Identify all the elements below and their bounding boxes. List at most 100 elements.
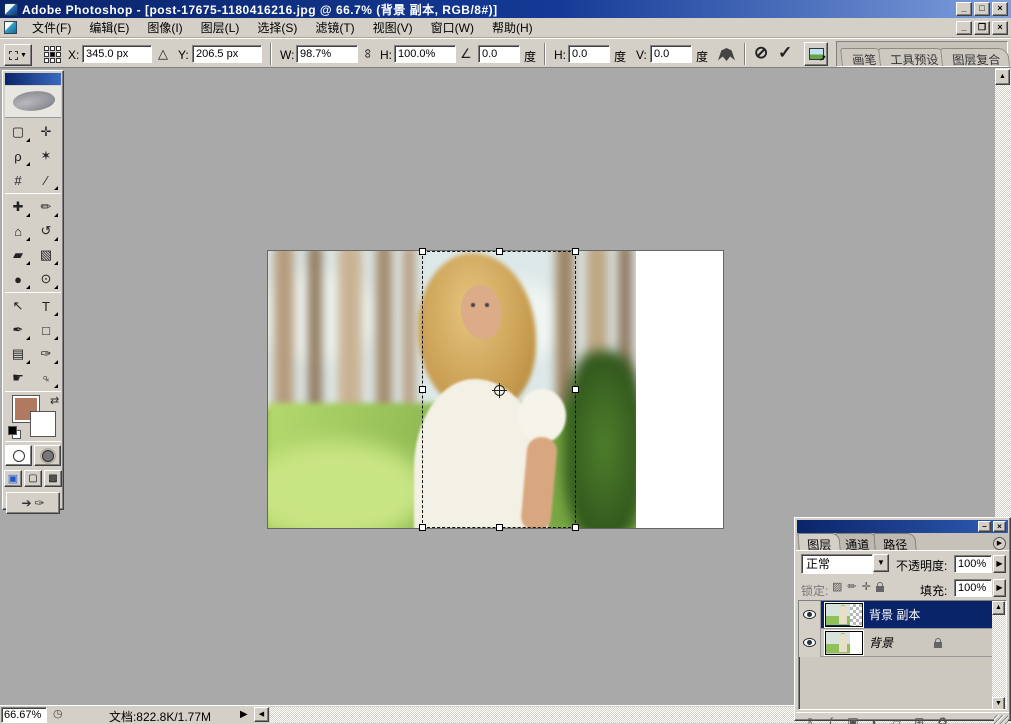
- tool-crop[interactable]: #: [4, 168, 32, 192]
- vskew-input[interactable]: 0.0: [650, 45, 692, 63]
- transform-handle-mid-left[interactable]: [419, 386, 426, 393]
- layer-thumbnail[interactable]: [825, 631, 863, 655]
- layer-group-icon[interactable]: ▱: [892, 715, 901, 724]
- blend-mode-value[interactable]: 正常: [801, 554, 873, 574]
- menu-help[interactable]: 帮助(H): [483, 17, 542, 38]
- fill-spinner-icon[interactable]: ▶: [993, 579, 1006, 597]
- scroll-down-icon[interactable]: ▼: [992, 697, 1005, 710]
- menu-layer[interactable]: 图层(L): [192, 17, 249, 38]
- lock-all-icon[interactable]: [876, 586, 884, 592]
- menu-window[interactable]: 窗口(W): [422, 17, 483, 38]
- height-input[interactable]: 100.0%: [394, 45, 456, 63]
- tool-brush[interactable]: ✏: [32, 195, 60, 219]
- menu-view[interactable]: 视图(V): [364, 17, 422, 38]
- x-input[interactable]: 345.0 px: [82, 45, 152, 63]
- opacity-field[interactable]: 100%: [954, 555, 992, 573]
- standard-mode-button[interactable]: [5, 445, 32, 466]
- tab-paths[interactable]: 路径: [873, 533, 917, 550]
- link-layers-icon[interactable]: ∞: [803, 717, 817, 724]
- transform-handle-top-right[interactable]: [572, 248, 579, 255]
- menu-edit[interactable]: 编辑(E): [80, 17, 138, 38]
- transform-handle-bottom-left[interactable]: [419, 524, 426, 531]
- zoom-level-field[interactable]: 66.67%: [1, 707, 47, 723]
- tool-zoom[interactable]: ♀: [32, 366, 60, 390]
- tool-slice[interactable]: ∕: [32, 168, 60, 192]
- delete-layer-icon[interactable]: ♻: [937, 715, 948, 724]
- status-menu-arrow-icon[interactable]: ▶: [240, 709, 248, 720]
- tool-healing-brush[interactable]: ✚: [4, 195, 32, 219]
- tool-type[interactable]: T: [32, 294, 60, 318]
- panel-menu-icon[interactable]: ▶: [993, 537, 1006, 550]
- panel-resize-grip[interactable]: [994, 715, 1008, 724]
- tool-magic-wand[interactable]: ✶: [32, 144, 60, 168]
- tool-preset-picker[interactable]: ▼: [4, 44, 32, 66]
- panel-close-button[interactable]: ×: [993, 521, 1006, 532]
- tool-shape[interactable]: □: [32, 318, 60, 342]
- hskew-input[interactable]: 0.0: [568, 45, 610, 63]
- transform-reference-point[interactable]: [494, 385, 505, 396]
- tool-pen[interactable]: ✒: [4, 318, 32, 342]
- window-minimize-button[interactable]: _: [956, 2, 972, 16]
- standard-screen-button[interactable]: ▣: [4, 470, 22, 487]
- layer-list-scrollbar[interactable]: ▲ ▼: [992, 601, 1006, 710]
- photoshop-logo[interactable]: [5, 86, 61, 118]
- transform-handle-bottom-center[interactable]: [496, 524, 503, 531]
- fullscreen-menubar-button[interactable]: ▢: [24, 470, 42, 487]
- y-input[interactable]: 206.5 px: [192, 45, 262, 63]
- tool-notes[interactable]: ▤: [4, 342, 32, 366]
- fullscreen-button[interactable]: ▩: [44, 470, 62, 487]
- tool-blur[interactable]: ●: [4, 267, 32, 291]
- layer-name[interactable]: 背景 副本: [869, 606, 920, 623]
- scroll-up-icon[interactable]: ▲: [992, 601, 1005, 615]
- new-layer-icon[interactable]: ⊞: [914, 715, 924, 724]
- opacity-spinner-icon[interactable]: ▶: [993, 555, 1006, 573]
- transform-handle-mid-right[interactable]: [572, 386, 579, 393]
- transform-handle-top-center[interactable]: [496, 248, 503, 255]
- tool-gradient[interactable]: ▧: [32, 243, 60, 267]
- warp-mode-icon[interactable]: [718, 48, 735, 61]
- layer-style-icon[interactable]: ƒ: [828, 715, 835, 724]
- tool-clone-stamp[interactable]: ⌂: [4, 219, 32, 243]
- link-icon[interactable]: ∞: [361, 49, 376, 58]
- layer-row-background[interactable]: 背景: [799, 629, 1006, 657]
- menu-select[interactable]: 选择(S): [248, 17, 306, 38]
- layer-thumbnail[interactable]: [825, 603, 863, 627]
- window-close-button[interactable]: ×: [992, 2, 1008, 16]
- transform-handle-bottom-right[interactable]: [572, 524, 579, 531]
- tool-move[interactable]: ✛: [32, 120, 60, 144]
- tool-hand[interactable]: ☛: [4, 366, 32, 390]
- relative-position-icon[interactable]: △: [158, 46, 168, 62]
- doc-restore-button[interactable]: ❐: [974, 21, 990, 35]
- file-browser-button[interactable]: [804, 42, 828, 66]
- layer-name[interactable]: 背景: [869, 634, 893, 651]
- visibility-cell[interactable]: [799, 601, 821, 629]
- layer-row-background-copy[interactable]: 背景 副本: [799, 601, 1006, 629]
- transform-handle-top-left[interactable]: [419, 248, 426, 255]
- tool-rect-marquee[interactable]: ▢: [4, 120, 32, 144]
- fill-field[interactable]: 100%: [954, 579, 992, 597]
- jump-to-imageready-button[interactable]: ➔✑: [6, 492, 60, 514]
- transform-bounding-box[interactable]: [422, 251, 576, 528]
- reference-point-locator[interactable]: [44, 46, 61, 63]
- quick-mask-mode-button[interactable]: [34, 445, 61, 466]
- canvas[interactable]: [268, 251, 723, 528]
- width-input[interactable]: 98.7%: [296, 45, 358, 63]
- background-color-swatch[interactable]: [31, 412, 55, 436]
- lock-paint-icon[interactable]: ✏: [847, 580, 856, 593]
- rotate-input[interactable]: 0.0: [478, 45, 520, 63]
- blend-dropdown-icon[interactable]: ▼: [873, 554, 889, 572]
- menu-image[interactable]: 图像(I): [138, 17, 191, 38]
- tool-lasso[interactable]: ρ: [4, 144, 32, 168]
- toolbox-titlebar[interactable]: [5, 73, 61, 85]
- swap-colors-icon[interactable]: ⇄: [50, 394, 59, 407]
- doc-minimize-button[interactable]: _: [956, 21, 972, 35]
- tool-dodge[interactable]: ⊙: [32, 267, 60, 291]
- tool-eyedropper[interactable]: ✑: [32, 342, 60, 366]
- lock-transparency-icon[interactable]: ▨: [832, 580, 842, 593]
- blend-mode-select[interactable]: 正常 ▼: [801, 554, 889, 574]
- default-colors-icon[interactable]: [8, 426, 19, 437]
- palette-tab-tool-presets[interactable]: 工具预设: [878, 48, 948, 66]
- scroll-left-icon[interactable]: ◀: [254, 707, 269, 722]
- scroll-up-icon[interactable]: ▲: [995, 69, 1010, 85]
- layers-panel-titlebar[interactable]: – ×: [797, 520, 1008, 533]
